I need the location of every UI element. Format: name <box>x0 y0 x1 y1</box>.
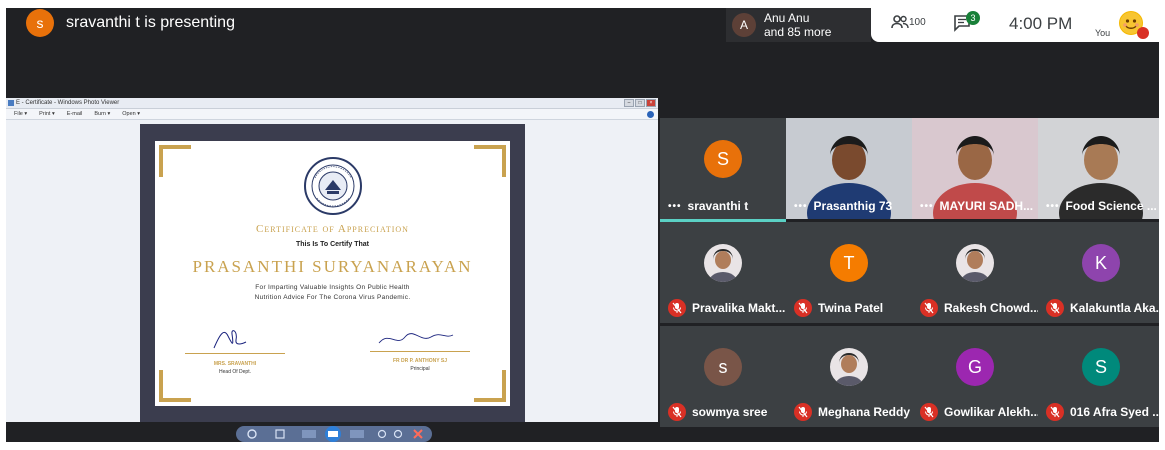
signatory-left-name: MRS. SRAVANTHI <box>213 361 257 367</box>
participant-name: sravanthi t <box>687 199 749 213</box>
more-options-icon[interactable]: ••• <box>668 201 682 212</box>
signature-line-right <box>370 351 470 352</box>
next-icon[interactable] <box>350 430 364 438</box>
participant-name: Food Science ... <box>1065 199 1157 213</box>
presenter-chip: s sravanthi t is presenting <box>26 8 235 38</box>
signatory-right-title: Principal <box>410 366 430 372</box>
participant-tile[interactable]: S ••• sravanthi t <box>660 118 786 219</box>
participant-avatar: K <box>1082 244 1120 282</box>
certificate: Certificate of Appreciation This Is To C… <box>155 141 510 406</box>
others-avatar: A <box>732 13 756 37</box>
participant-avatar: S <box>1082 348 1120 386</box>
signatory-left-title: Head Of Dept. <box>219 369 251 375</box>
participant-tile[interactable]: G Gowlikar Alekh... <box>912 326 1038 427</box>
menu-burn[interactable]: Burn ▾ <box>94 109 110 119</box>
participant-name: Gowlikar Alekh... <box>944 405 1038 419</box>
participant-avatar: G <box>956 348 994 386</box>
participant-tile[interactable]: Pravalika Makt... <box>660 222 786 323</box>
mic-off-icon <box>668 403 686 421</box>
menu-open[interactable]: Open ▾ <box>122 109 140 119</box>
photo-viewer-title: E - Certificate - Windows Photo Viewer <box>16 100 120 106</box>
participant-name: Kalakuntla Aka... <box>1070 301 1159 315</box>
certificate-description-1: For Imparting Valuable Insights On Publi… <box>255 284 410 291</box>
participant-name: 016 Afra Syed ... <box>1070 405 1159 419</box>
participant-name: Rakesh Chowd... <box>944 301 1038 315</box>
image-canvas: Certificate of Appreciation This Is To C… <box>140 124 525 422</box>
mic-off-icon <box>794 299 812 317</box>
help-icon[interactable] <box>647 111 654 118</box>
minimize-button[interactable]: – <box>624 99 634 107</box>
people-button[interactable]: 100 <box>891 14 926 30</box>
mic-off-icon <box>1046 299 1064 317</box>
signatory-right-name: FR DR P. ANTHONY SJ <box>392 358 448 364</box>
others-chip[interactable]: A Anu Anu and 85 more <box>726 8 871 42</box>
more-options-icon[interactable]: ••• <box>794 201 808 212</box>
more-options-icon[interactable]: ••• <box>920 201 934 212</box>
participant-name: Pravalika Makt... <box>692 301 786 315</box>
photo-viewer-menu: File ▾ Print ▾ E-mail Burn ▾ Open ▾ <box>6 109 658 120</box>
participant-tile[interactable]: ••• MAYURI SADH... <box>912 118 1038 219</box>
presentation-area: E - Certificate - Windows Photo Viewer –… <box>6 98 658 422</box>
clock: 4:00 PM <box>1009 14 1073 33</box>
you-label: You <box>1095 28 1111 38</box>
participant-name: sowmya sree <box>692 405 768 419</box>
participant-tile[interactable]: S 016 Afra Syed ... <box>1038 326 1159 427</box>
participant-tile[interactable]: Rakesh Chowd... <box>912 222 1038 323</box>
you-mic-off-icon <box>1137 27 1149 39</box>
participant-picture <box>830 348 868 386</box>
presenter-status: sravanthi t is presenting <box>66 14 235 31</box>
meet-stage: s sravanthi t is presenting A Anu Anu an… <box>6 8 1159 442</box>
presenter-avatar: s <box>26 9 54 37</box>
college-seal-icon <box>304 157 362 215</box>
menu-print[interactable]: Print ▾ <box>39 109 55 119</box>
photo-viewer-icon <box>8 100 14 106</box>
certificate-heading: Certificate of Appreciation <box>256 223 409 235</box>
participant-name: Meghana Reddy <box>818 405 911 419</box>
people-icon <box>891 15 909 29</box>
previous-icon[interactable] <box>302 430 316 438</box>
participant-name: Prasanthig 73 <box>813 199 893 213</box>
chat-badge: 3 <box>966 11 980 25</box>
participant-tile[interactable]: ••• Prasanthig 73 <box>786 118 912 219</box>
participant-tile[interactable]: T Twina Patel <box>786 222 912 323</box>
participant-name: MAYURI SADH... <box>939 199 1034 213</box>
participant-tile[interactable]: K Kalakuntla Aka... <box>1038 222 1159 323</box>
close-button[interactable]: × <box>646 99 656 107</box>
status-bar: 100 3 4:00 PM You <box>871 8 1159 42</box>
recipient-name: PRASANTHI SURYANARAYAN <box>192 257 473 276</box>
certificate-description-2: Nutrition Advice For The Corona Virus Pa… <box>254 294 411 301</box>
photo-viewer-toolbar <box>236 426 432 442</box>
others-name: Anu Anu <box>764 11 810 25</box>
mic-off-icon <box>920 403 938 421</box>
corner-ornament <box>474 145 506 177</box>
slideshow-button[interactable] <box>325 426 341 442</box>
signature-right-icon <box>378 333 454 344</box>
people-count: 100 <box>909 16 926 28</box>
participant-avatar: T <box>830 244 868 282</box>
participant-avatar: s <box>704 348 742 386</box>
participant-tile[interactable]: ••• Food Science ... <box>1038 118 1159 219</box>
mic-off-icon <box>794 403 812 421</box>
participant-tile[interactable]: Meghana Reddy <box>786 326 912 427</box>
menu-email[interactable]: E-mail <box>67 109 83 119</box>
chat-button[interactable]: 3 <box>953 11 980 37</box>
signature-left-icon <box>213 330 247 349</box>
more-options-icon[interactable]: ••• <box>1046 201 1060 212</box>
corner-ornament <box>159 145 191 177</box>
corner-ornament <box>474 370 506 402</box>
photo-viewer-titlebar: E - Certificate - Windows Photo Viewer –… <box>6 98 658 109</box>
mic-off-icon <box>668 299 686 317</box>
signature-line-left <box>185 353 285 354</box>
menu-file[interactable]: File ▾ <box>14 109 27 119</box>
participant-picture <box>956 244 994 282</box>
participant-picture <box>704 244 742 282</box>
mic-off-icon <box>1046 403 1064 421</box>
participant-tile[interactable]: s sowmya sree <box>660 326 786 427</box>
participant-name: Twina Patel <box>818 301 884 315</box>
certificate-certify: This Is To Certify That <box>296 241 369 248</box>
mic-off-icon <box>920 299 938 317</box>
others-more: and 85 more <box>764 25 832 39</box>
participant-avatar: S <box>704 140 742 178</box>
maximize-button[interactable]: □ <box>635 99 645 107</box>
